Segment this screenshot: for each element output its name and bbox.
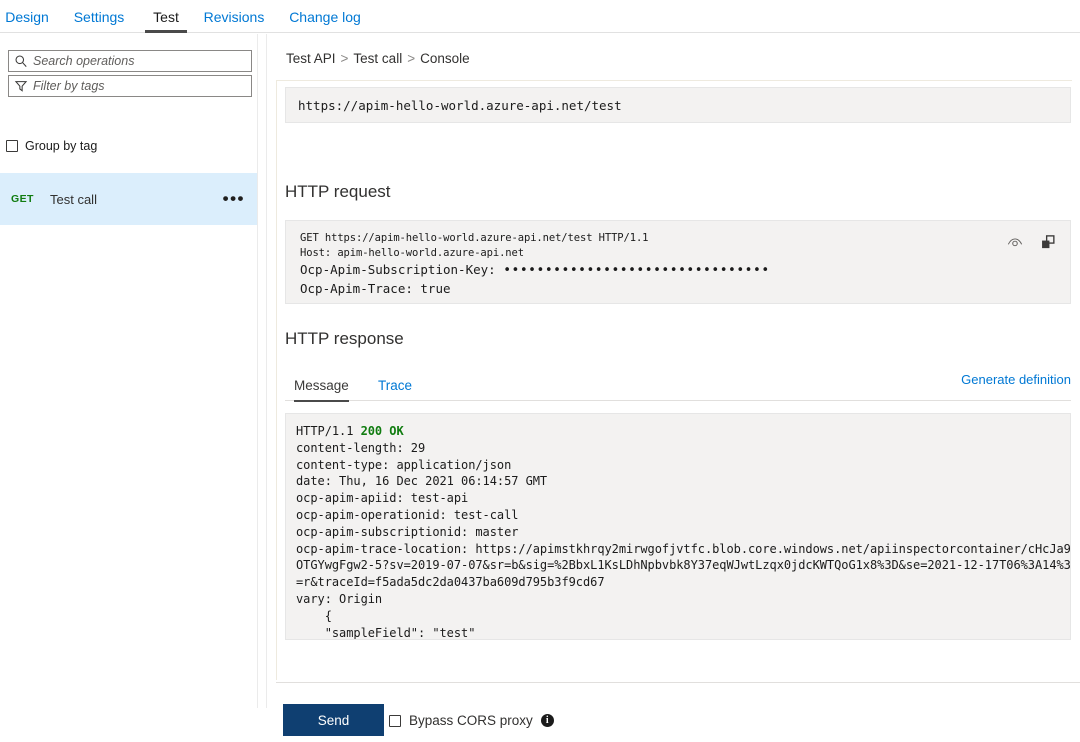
tab-revisions[interactable]: Revisions: [203, 0, 265, 33]
breadcrumb-item-test-call[interactable]: Test call: [353, 51, 402, 66]
filter-tags-input[interactable]: [33, 79, 238, 93]
response-status-prefix: HTTP/1.1: [296, 424, 361, 438]
group-by-tag-checkbox[interactable]: Group by tag: [6, 138, 97, 154]
response-tab-bar: Message Trace: [285, 369, 1071, 402]
api-tab-bar: Design Settings Test Revisions Change lo…: [0, 0, 1080, 33]
operation-overflow-menu-icon[interactable]: •••: [223, 190, 245, 207]
operation-method-badge: GET: [11, 193, 34, 205]
bypass-cors-proxy-checkbox[interactable]: Bypass CORS proxy i: [389, 712, 554, 729]
http-request-box: GET https://apim-hello-world.azure-api.n…: [285, 220, 1071, 304]
bypass-cors-proxy-label: Bypass CORS proxy: [409, 713, 533, 728]
breadcrumb-separator: >: [407, 51, 416, 66]
search-operations-row[interactable]: [8, 50, 252, 72]
info-icon[interactable]: i: [540, 714, 554, 727]
eye-icon[interactable]: [1006, 233, 1024, 251]
generate-definition-link[interactable]: Generate definition: [961, 372, 1071, 387]
tab-change-log[interactable]: Change log: [287, 0, 363, 33]
breadcrumb-item-console: Console: [420, 51, 470, 66]
copy-icon[interactable]: [1039, 233, 1057, 251]
http-response-box: HTTP/1.1 200 OK content-length: 29 conte…: [285, 413, 1071, 640]
tab-design[interactable]: Design: [5, 0, 49, 33]
console-action-bar: Send Bypass CORS proxy i: [276, 682, 1080, 742]
tab-settings[interactable]: Settings: [70, 0, 128, 33]
sidebar-scrollbar[interactable]: [257, 34, 267, 708]
breadcrumb-item-test-api[interactable]: Test API: [286, 51, 336, 66]
http-response-heading: HTTP response: [285, 329, 404, 348]
breadcrumb: Test API > Test call > Console: [286, 51, 470, 66]
operation-list-item-test-call[interactable]: GET Test call •••: [0, 173, 267, 225]
request-box-actions: [1006, 233, 1057, 251]
filter-by-tags-row[interactable]: [8, 75, 252, 97]
filter-icon: [9, 76, 33, 96]
request-url-display: https://apim-hello-world.azure-api.net/t…: [285, 87, 1071, 123]
request-subscription-key-header: Ocp-Apim-Subscription-Key: •••••••••••••…: [300, 261, 770, 280]
request-host-header: Host: apim-hello-world.azure-api.net: [300, 247, 524, 259]
response-status-code: 200 OK: [360, 424, 404, 438]
operations-sidebar: Group by tag GET Test call •••: [0, 34, 267, 708]
checkbox-box[interactable]: [6, 140, 18, 152]
breadcrumb-separator: >: [340, 51, 349, 66]
http-request-heading: HTTP request: [285, 182, 391, 201]
checkbox-box[interactable]: [389, 714, 401, 727]
send-button[interactable]: Send: [283, 704, 384, 736]
tab-trace[interactable]: Trace: [378, 369, 412, 401]
search-input[interactable]: [33, 54, 238, 68]
request-trace-header: Ocp-Apim-Trace: true: [300, 281, 451, 296]
tab-message[interactable]: Message: [294, 369, 349, 402]
subscription-key-masked-value: ••••••••••••••••••••••••••••••••: [503, 263, 770, 278]
response-content: HTTP/1.1 200 OK content-length: 29 conte…: [296, 423, 1071, 640]
tab-test[interactable]: Test: [145, 0, 187, 33]
operation-name-label: Test call: [50, 191, 97, 207]
request-start-line: GET https://apim-hello-world.azure-api.n…: [300, 232, 649, 244]
subscription-key-label: Ocp-Apim-Subscription-Key:: [300, 262, 496, 277]
response-headers-and-body: content-length: 29 content-type: applica…: [296, 440, 1071, 640]
search-icon: [9, 51, 33, 71]
test-console-pane: Test API > Test call > Console https://a…: [276, 34, 1080, 742]
group-by-tag-label: Group by tag: [25, 139, 98, 153]
